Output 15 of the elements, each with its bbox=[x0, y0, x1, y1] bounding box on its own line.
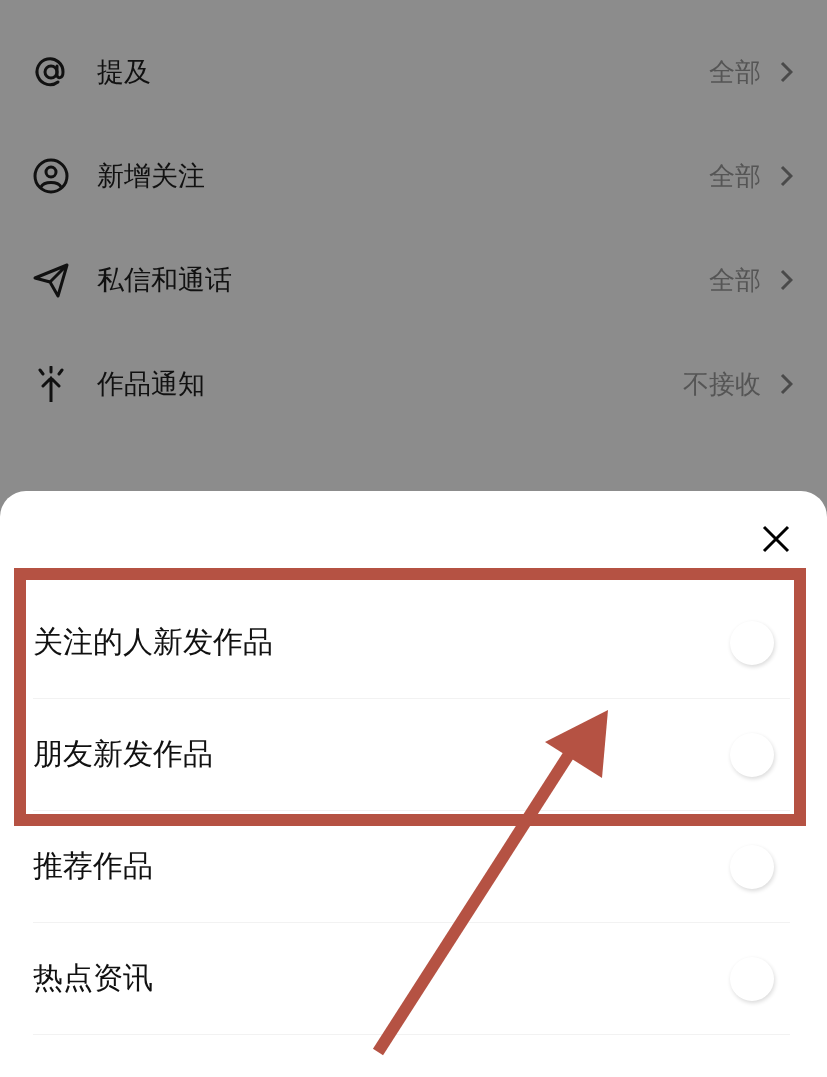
close-icon[interactable] bbox=[761, 524, 791, 554]
setting-label: 私信和通话 bbox=[97, 263, 233, 297]
person-icon bbox=[33, 158, 69, 194]
option-label: 朋友新发作品 bbox=[33, 735, 214, 773]
chevron-right-icon bbox=[779, 60, 793, 84]
option-label: 推荐作品 bbox=[33, 847, 154, 885]
chevron-right-icon bbox=[779, 372, 793, 396]
paper-plane-icon bbox=[33, 262, 69, 298]
option-label: 热点资讯 bbox=[33, 959, 154, 997]
setting-label: 提及 bbox=[97, 55, 152, 89]
setting-label: 作品通知 bbox=[97, 367, 206, 401]
option-label: 关注的人新发作品 bbox=[33, 623, 274, 661]
chevron-right-icon bbox=[779, 268, 793, 292]
chevron-right-icon bbox=[779, 164, 793, 188]
setting-label: 新增关注 bbox=[97, 159, 206, 193]
